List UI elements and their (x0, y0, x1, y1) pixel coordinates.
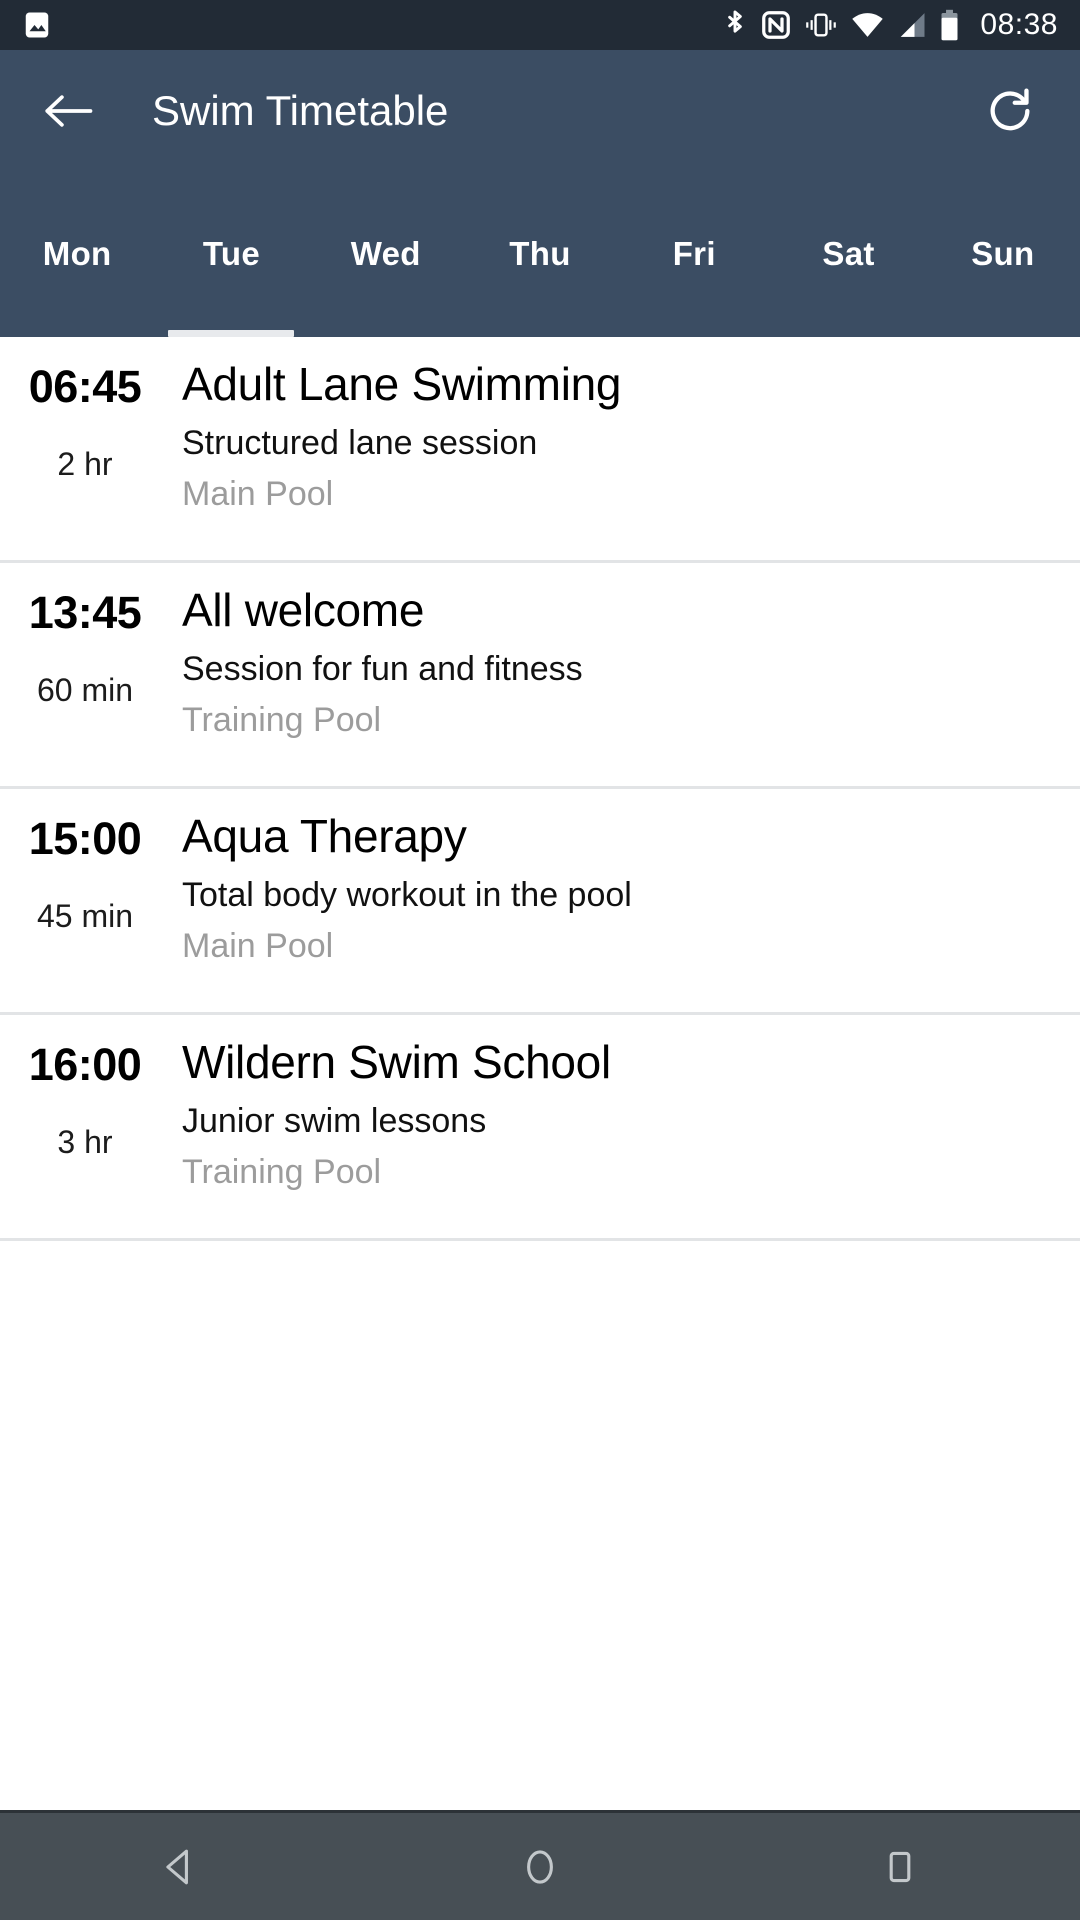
tab-label: Fri (672, 235, 716, 272)
refresh-icon (990, 88, 1030, 131)
app-bar: Swim Timetable (0, 50, 1080, 172)
image-icon (22, 10, 52, 40)
session-time-column: 06:45 2 hr (0, 359, 170, 483)
session-time: 13:45 (28, 587, 142, 638)
active-tab-indicator (168, 330, 295, 337)
session-time: 15:00 (28, 813, 142, 864)
table-row[interactable]: 06:45 2 hr Adult Lane Swimming Structure… (0, 337, 1080, 563)
page-title: Swim Timetable (152, 87, 449, 134)
session-detail-column: Wildern Swim School Junior swim lessons … (170, 1036, 1080, 1191)
session-title: Wildern Swim School (182, 1036, 611, 1088)
session-description: Structured lane session (182, 423, 538, 462)
refresh-button[interactable] (978, 79, 1042, 143)
session-description: Total body workout in the pool (182, 875, 632, 914)
tab-wed[interactable]: Wed (309, 217, 463, 337)
session-description: Session for fun and fitness (182, 649, 583, 688)
tab-thu[interactable]: Thu (463, 217, 617, 337)
bluetooth-icon (722, 9, 748, 41)
tab-fri[interactable]: Fri (617, 217, 771, 337)
session-duration: 3 hr (57, 1124, 113, 1161)
nfc-icon (761, 10, 791, 40)
android-nav-bar (0, 1810, 1080, 1920)
session-list: 06:45 2 hr Adult Lane Swimming Structure… (0, 337, 1080, 1810)
day-tab-bar: Mon Tue Wed Thu Fri Sat Sun (0, 172, 1080, 337)
tab-label: Sat (822, 235, 875, 272)
tab-label: Wed (350, 235, 421, 272)
session-time: 16:00 (28, 1039, 142, 1090)
tab-label: Thu (509, 235, 571, 272)
tab-mon[interactable]: Mon (0, 217, 154, 337)
vibrate-icon (804, 10, 838, 40)
tab-sat[interactable]: Sat (771, 217, 925, 337)
table-row[interactable]: 15:00 45 min Aqua Therapy Total body wor… (0, 789, 1080, 1015)
session-duration: 45 min (36, 898, 134, 935)
session-time-column: 15:00 45 min (0, 811, 170, 935)
nav-recents-button[interactable] (720, 1813, 1080, 1920)
status-bar-system-icons: 08:38 (722, 8, 1058, 42)
session-location: Training Pool (182, 700, 382, 739)
tab-label: Tue (202, 235, 260, 272)
back-arrow-icon (45, 95, 93, 127)
table-row[interactable]: 13:45 60 min All welcome Session for fun… (0, 563, 1080, 789)
nav-home-button[interactable] (360, 1813, 720, 1920)
tab-label: Sun (971, 235, 1035, 272)
wifi-icon (851, 11, 884, 39)
session-location: Training Pool (182, 1152, 382, 1191)
session-detail-column: All welcome Session for fun and fitness … (170, 584, 1080, 739)
nav-back-icon (166, 1849, 188, 1884)
session-time-column: 13:45 60 min (0, 585, 170, 709)
session-duration: 2 hr (57, 446, 113, 483)
session-detail-column: Aqua Therapy Total body workout in the p… (170, 810, 1080, 965)
status-bar: 08:38 (0, 0, 1080, 50)
session-time: 06:45 (28, 361, 142, 412)
session-location: Main Pool (182, 926, 334, 965)
status-bar-clock: 08:38 (980, 8, 1058, 41)
session-description: Junior swim lessons (182, 1101, 487, 1140)
status-bar-notifications (22, 10, 52, 40)
cell-signal-icon (897, 11, 927, 39)
nav-home-icon (527, 1849, 553, 1884)
session-title: Adult Lane Swimming (182, 358, 622, 410)
tab-sun[interactable]: Sun (926, 217, 1080, 337)
nav-recents-icon (889, 1851, 911, 1882)
session-title: Aqua Therapy (182, 810, 467, 862)
day-tab-strip: Mon Tue Wed Thu Fri Sat Sun (0, 217, 1080, 337)
nav-back-button[interactable] (0, 1813, 360, 1920)
tab-label: Mon (42, 235, 112, 272)
battery-icon (940, 9, 959, 41)
table-row[interactable]: 16:00 3 hr Wildern Swim School Junior sw… (0, 1015, 1080, 1241)
session-detail-column: Adult Lane Swimming Structured lane sess… (170, 358, 1080, 513)
back-button[interactable] (36, 79, 100, 143)
session-duration: 60 min (36, 672, 134, 709)
tab-tue[interactable]: Tue (154, 217, 308, 337)
session-time-column: 16:00 3 hr (0, 1037, 170, 1161)
session-location: Main Pool (182, 474, 334, 513)
session-title: All welcome (182, 584, 425, 636)
